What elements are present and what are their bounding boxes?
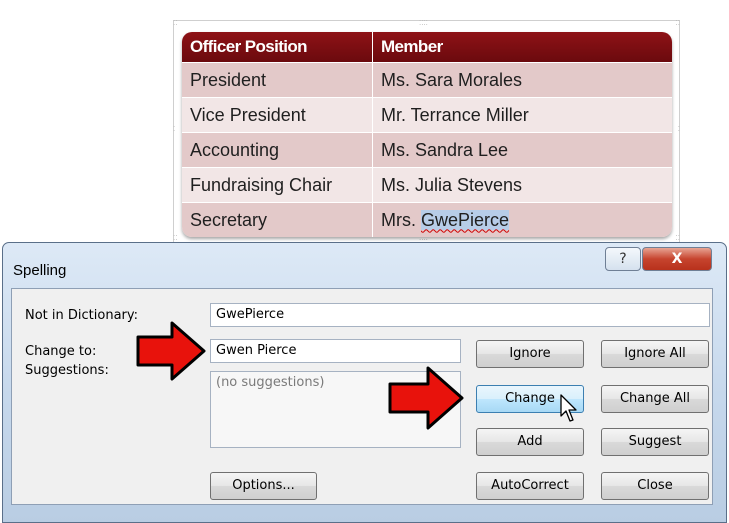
options-button[interactable]: Options...: [210, 472, 317, 500]
ignore-all-button[interactable]: Ignore All: [601, 340, 709, 368]
resize-handle-icon[interactable]: ⁚⁚: [676, 20, 680, 27]
add-button[interactable]: Add: [476, 428, 584, 456]
officer-table[interactable]: Officer Position Member President Ms. Sa…: [182, 32, 672, 237]
ignore-button[interactable]: Ignore: [476, 340, 584, 368]
change-to-label: Change to:: [25, 344, 97, 359]
resize-handle-icon[interactable]: ⁚⁚: [676, 235, 680, 242]
red-arrow-icon: [388, 366, 464, 430]
table-row: Accounting Ms. Sandra Lee: [182, 132, 672, 168]
red-arrow-icon: [136, 321, 206, 381]
misspelled-word[interactable]: GwePierce: [421, 209, 510, 230]
cell-position[interactable]: Secretary: [182, 202, 373, 237]
help-icon[interactable]: ?: [605, 247, 641, 271]
cell-position[interactable]: President: [182, 62, 373, 98]
table-header-row: Officer Position Member: [182, 32, 672, 63]
close-button[interactable]: Close: [601, 472, 709, 500]
spelling-dialog: Spelling ? X Not in Dictionary: GwePierc…: [2, 242, 727, 523]
suggestions-label: Suggestions:: [25, 363, 109, 378]
cell-member[interactable]: Ms. Sandra Lee: [372, 132, 672, 168]
cell-member[interactable]: Ms. Sara Morales: [372, 62, 672, 98]
close-icon[interactable]: X: [642, 247, 712, 271]
resize-handle-icon[interactable]: ⁚⁚: [173, 235, 177, 242]
cell-position[interactable]: Vice President: [182, 97, 373, 133]
resize-handle-icon[interactable]: ⁚: [678, 126, 680, 133]
dialog-body: Not in Dictionary: GwePierce Change to: …: [11, 288, 713, 505]
cell-member[interactable]: Mr. Terrance Miller: [372, 97, 672, 133]
change-all-button[interactable]: Change All: [601, 385, 709, 413]
not-in-dictionary-label: Not in Dictionary:: [25, 308, 139, 323]
suggestions-placeholder: (no suggestions): [216, 375, 325, 390]
member-prefix: Mrs.: [381, 209, 421, 230]
suggest-button[interactable]: Suggest: [601, 428, 709, 456]
table-row: Secretary Mrs. GwePierce: [182, 202, 672, 237]
not-in-dictionary-field[interactable]: GwePierce: [210, 303, 710, 327]
autocorrect-button[interactable]: AutoCorrect: [476, 472, 584, 500]
header-officer-position[interactable]: Officer Position: [182, 32, 373, 63]
cell-position[interactable]: Accounting: [182, 132, 373, 168]
resize-handle-icon[interactable]: ⁚: [173, 126, 175, 133]
table-row: President Ms. Sara Morales: [182, 62, 672, 98]
mouse-pointer-icon: [560, 394, 577, 422]
resize-handle-icon[interactable]: ⁚⁚⁚⁚: [419, 20, 428, 27]
cell-position[interactable]: Fundraising Chair: [182, 167, 373, 203]
resize-handle-icon[interactable]: ⁚⁚: [173, 20, 177, 27]
dialog-title: Spelling: [13, 262, 67, 279]
table-row: Vice President Mr. Terrance Miller: [182, 97, 672, 133]
change-to-input[interactable]: Gwen Pierce: [210, 339, 461, 363]
table-row: Fundraising Chair Ms. Julia Stevens: [182, 167, 672, 203]
header-member[interactable]: Member: [372, 32, 672, 63]
cell-member[interactable]: Mrs. GwePierce: [372, 202, 672, 237]
cell-member[interactable]: Ms. Julia Stevens: [372, 167, 672, 203]
